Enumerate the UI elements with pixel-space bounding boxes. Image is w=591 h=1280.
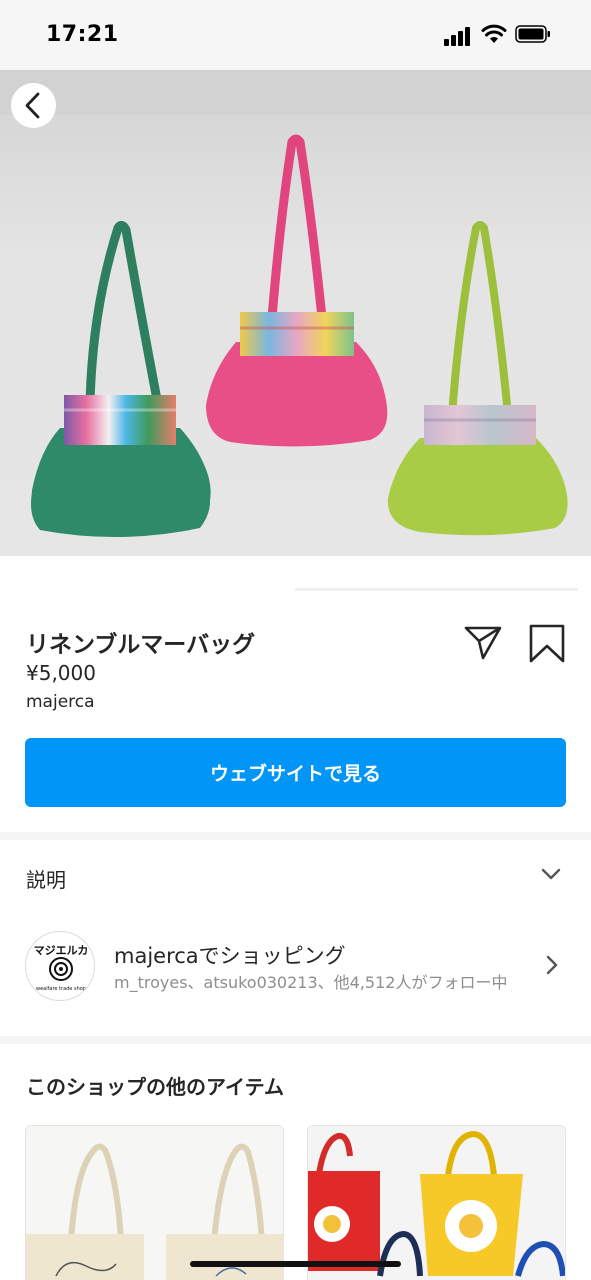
status-time: 17:21	[46, 22, 119, 47]
back-button[interactable]	[11, 83, 56, 128]
shop-logo-tagline: wealfare trade shop	[36, 986, 86, 992]
description-row[interactable]	[0, 840, 591, 916]
shop-row[interactable]: マジエルカ wealfare trade shop majercaでショッピング…	[0, 928, 591, 1012]
more-items-title: このショップの他のアイテム	[26, 1075, 284, 1099]
product-price: ¥5,000	[26, 661, 96, 685]
paper-plane-icon	[464, 626, 502, 660]
share-button[interactable]	[463, 624, 503, 662]
section-divider	[0, 832, 591, 840]
view-website-button[interactable]: ウェブサイトで見る	[25, 738, 566, 807]
shop-name: majercaでショッピング	[114, 944, 346, 968]
tote-bag-image	[308, 1126, 565, 1280]
bookmark-icon	[529, 624, 565, 663]
status-bar: 17:21	[0, 0, 591, 70]
save-button[interactable]	[528, 624, 566, 664]
image-carousel-progress-fill	[12, 588, 295, 591]
product-seller[interactable]: majerca	[26, 692, 95, 712]
product-title: リネンブルマーバッグ	[26, 632, 256, 658]
shop-followers: m_troyes、atsuko030213、他4,512人がフォロー中	[114, 973, 508, 992]
cellular-signal-icon	[444, 24, 474, 46]
product-photo	[0, 70, 591, 602]
battery-icon	[515, 25, 550, 43]
item-card[interactable]	[25, 1125, 284, 1280]
section-divider	[0, 1036, 591, 1044]
shop-avatar[interactable]: マジエルカ wealfare trade shop	[25, 931, 95, 1001]
product-image[interactable]	[0, 70, 591, 602]
tote-bag-image	[26, 1126, 283, 1280]
chevron-left-icon	[25, 92, 40, 119]
chevron-right-icon	[546, 955, 558, 975]
image-carousel-progress	[12, 588, 578, 591]
shop-logo-text: マジエルカ	[34, 944, 89, 957]
home-indicator	[190, 1261, 401, 1267]
chevron-down-icon[interactable]	[540, 866, 562, 882]
item-card[interactable]	[307, 1125, 566, 1280]
shop-logo: マジエルカ wealfare trade shop	[34, 944, 89, 992]
description-label: 説明	[26, 868, 66, 892]
wifi-icon	[481, 24, 507, 43]
